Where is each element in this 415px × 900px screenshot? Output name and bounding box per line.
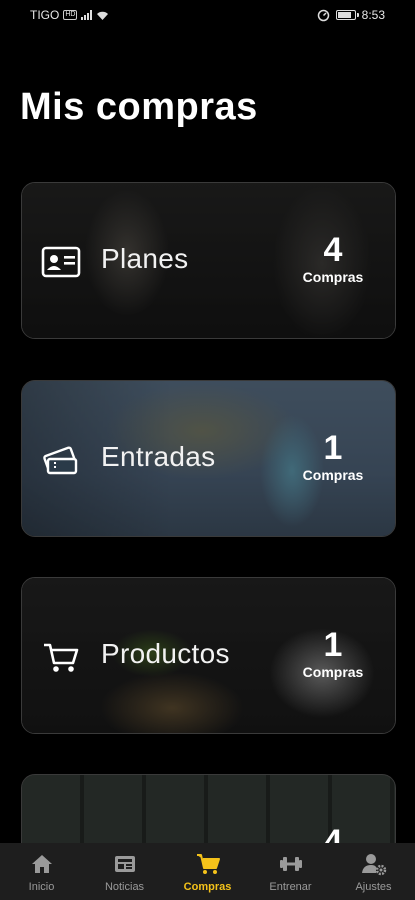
id-card-icon — [41, 246, 81, 278]
speedometer-icon — [317, 9, 329, 21]
count-unit: Compras — [302, 467, 364, 483]
status-bar-left: TIGO HD — [30, 8, 109, 22]
card-entradas[interactable]: Entradas 1 Compras — [21, 380, 396, 537]
card-productos[interactable]: Productos 1 Compras — [21, 577, 396, 734]
nav-label: Ajustes — [355, 881, 392, 893]
nav-item-noticias[interactable]: Noticias — [86, 851, 164, 893]
user-gear-icon — [361, 854, 386, 876]
status-bar-right: 8:53 — [317, 8, 385, 22]
wifi-icon — [97, 11, 109, 20]
card-label: Entradas — [101, 441, 216, 472]
bottom-nav: Inicio Noticias Compras Entrenar Ajustes — [0, 843, 415, 900]
news-icon — [114, 856, 135, 872]
nav-label: Compras — [183, 881, 232, 893]
nav-item-ajustes[interactable]: Ajustes — [335, 851, 413, 893]
nav-label: Entrenar — [269, 881, 312, 893]
status-bar: TIGO HD 8:53 — [0, 0, 415, 30]
network-tag: HD — [63, 10, 78, 20]
battery-icon — [335, 10, 359, 20]
nav-label: Inicio — [28, 881, 55, 893]
nav-item-inicio[interactable]: Inicio — [3, 851, 81, 893]
card-planes[interactable]: Planes 4 Compras — [21, 182, 396, 339]
signal-icon — [81, 10, 93, 20]
count-unit: Compras — [302, 664, 364, 680]
cart-icon — [196, 854, 220, 874]
count-number: 1 — [323, 626, 343, 664]
card-label: Productos — [101, 638, 230, 669]
tickets-icon — [43, 446, 78, 475]
count-number: 4 — [323, 231, 343, 269]
carrier-name: TIGO — [30, 8, 60, 22]
cart-icon — [44, 643, 79, 672]
clock: 8:53 — [361, 8, 385, 22]
purchase-count: 1 Compras — [293, 429, 373, 483]
count-unit: Compras — [302, 269, 364, 285]
purchase-count: 1 Compras — [293, 626, 373, 680]
count-number: 1 — [323, 429, 343, 467]
nav-item-entrenar[interactable]: Entrenar — [252, 851, 330, 893]
page-title: Mis compras — [20, 86, 258, 128]
home-icon — [31, 855, 52, 873]
dumbbell-icon — [279, 857, 302, 871]
nav-label: Noticias — [104, 881, 145, 893]
nav-item-compras[interactable]: Compras — [169, 851, 247, 893]
purchase-count: 4 Compras — [293, 231, 373, 285]
card-label: Planes — [101, 243, 189, 274]
